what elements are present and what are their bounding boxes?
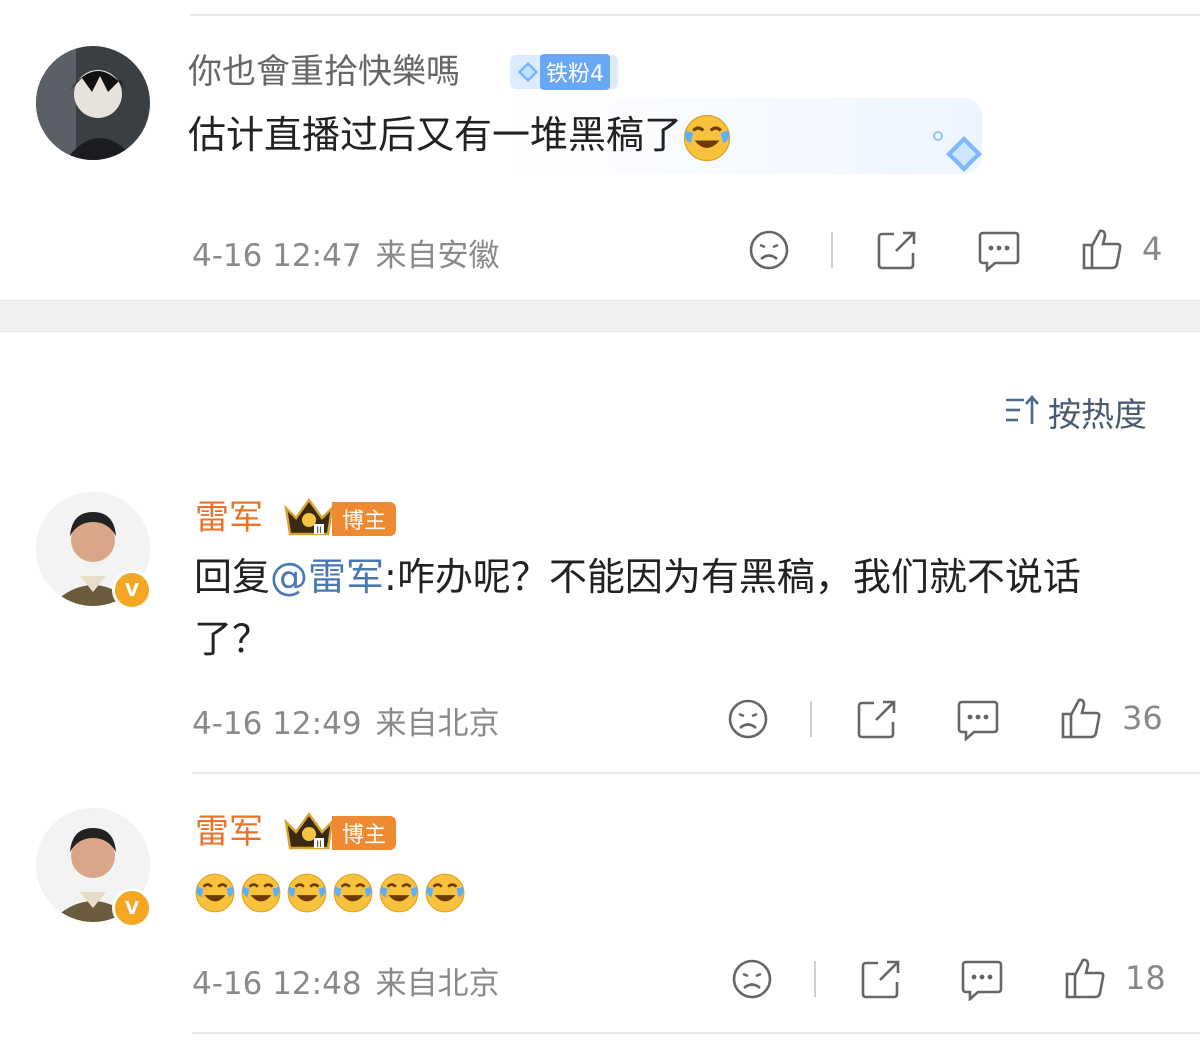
separator bbox=[814, 961, 816, 997]
location: 来自北京 bbox=[375, 966, 500, 1002]
laugh-cry-emoji bbox=[240, 872, 282, 914]
svg-text:II: II bbox=[316, 840, 321, 850]
username[interactable]: 你也會重拾快樂嗎 bbox=[188, 52, 460, 92]
username[interactable]: 雷军 bbox=[195, 498, 263, 538]
top-divider bbox=[190, 14, 1200, 16]
reply-prefix: 回复 bbox=[194, 555, 271, 599]
timestamp: 4-16 12:49 bbox=[192, 706, 362, 742]
laugh-cry-emoji bbox=[286, 872, 328, 914]
emoji-row bbox=[194, 872, 466, 914]
separator bbox=[810, 701, 812, 737]
mention-link[interactable]: @雷军 bbox=[270, 555, 384, 599]
row-divider bbox=[192, 1032, 1200, 1034]
dislike-icon[interactable] bbox=[748, 229, 790, 271]
comment-icon[interactable] bbox=[956, 699, 1000, 741]
diamond-icon bbox=[518, 62, 538, 82]
share-icon[interactable] bbox=[860, 958, 902, 1000]
host-badge-label: 博主 bbox=[332, 502, 397, 536]
like-icon[interactable] bbox=[1080, 227, 1124, 271]
row-divider bbox=[192, 772, 1200, 774]
like-icon[interactable] bbox=[1059, 696, 1103, 740]
bubble-decoration bbox=[930, 128, 986, 180]
timestamp: 4-16 12:48 bbox=[192, 966, 362, 1002]
location: 来自安徽 bbox=[375, 238, 500, 274]
timestamp: 4-16 12:47 bbox=[192, 238, 362, 274]
verified-badge: V bbox=[112, 888, 152, 928]
separator bbox=[831, 232, 833, 268]
comment-text: 回复@雷军:咋办呢？不能因为有黑稿，我们就不说话了？ bbox=[194, 555, 1081, 661]
fan-badge-label: 铁粉4 bbox=[540, 54, 610, 90]
share-icon[interactable] bbox=[856, 698, 898, 740]
section-divider bbox=[0, 300, 1200, 332]
sort-label: 按热度 bbox=[1048, 395, 1147, 434]
comment-icon[interactable] bbox=[977, 230, 1021, 272]
sort-button[interactable]: 按热度 bbox=[1004, 388, 1147, 436]
like-icon[interactable] bbox=[1063, 956, 1107, 1000]
like-count: 18 bbox=[1125, 959, 1166, 997]
username[interactable]: 雷军 bbox=[195, 812, 263, 852]
verified-badge: V bbox=[112, 570, 152, 610]
host-badge: II 博主 bbox=[282, 496, 397, 542]
host-badge-label: 博主 bbox=[332, 816, 397, 850]
like-count: 4 bbox=[1142, 230, 1163, 268]
laugh-cry-emoji bbox=[194, 872, 236, 914]
sort-icon bbox=[1004, 392, 1042, 432]
fan-badge: 铁粉4 bbox=[510, 54, 618, 90]
comment-item: V 雷军 II 博主 4-16 12:48 来自北京 18 bbox=[0, 790, 1200, 1044]
like-count: 36 bbox=[1122, 699, 1163, 737]
comment-icon[interactable] bbox=[960, 959, 1004, 1001]
svg-text:II: II bbox=[316, 526, 321, 536]
location: 来自北京 bbox=[375, 706, 500, 742]
comment-meta: 4-16 12:49 来自北京 bbox=[192, 698, 500, 743]
comment-item: 你也會重拾快樂嗎 铁粉4 估计直播过后又有一堆黑稿了 4-16 12:47 来自安… bbox=[0, 0, 1200, 300]
avatar[interactable] bbox=[36, 46, 150, 160]
crown-icon: II bbox=[282, 810, 336, 856]
share-icon[interactable] bbox=[876, 229, 918, 271]
comment-text: 估计直播过后又有一堆黑稿了 bbox=[188, 104, 732, 166]
host-badge: II 博主 bbox=[282, 810, 397, 856]
comment-item: V 雷军 II 博主 回复@雷军:咋办呢？不能因为有黑稿，我们就不说话了？ 4-… bbox=[0, 470, 1200, 776]
laugh-cry-emoji bbox=[424, 872, 466, 914]
comment-meta: 4-16 12:48 来自北京 bbox=[192, 958, 500, 1003]
crown-icon: II bbox=[282, 496, 336, 542]
laugh-cry-emoji bbox=[682, 113, 732, 163]
comment-meta: 4-16 12:47 来自安徽 bbox=[192, 230, 500, 275]
laugh-cry-emoji bbox=[332, 872, 374, 914]
laugh-cry-emoji bbox=[378, 872, 420, 914]
dislike-icon[interactable] bbox=[727, 698, 769, 740]
dislike-icon[interactable] bbox=[731, 958, 773, 1000]
